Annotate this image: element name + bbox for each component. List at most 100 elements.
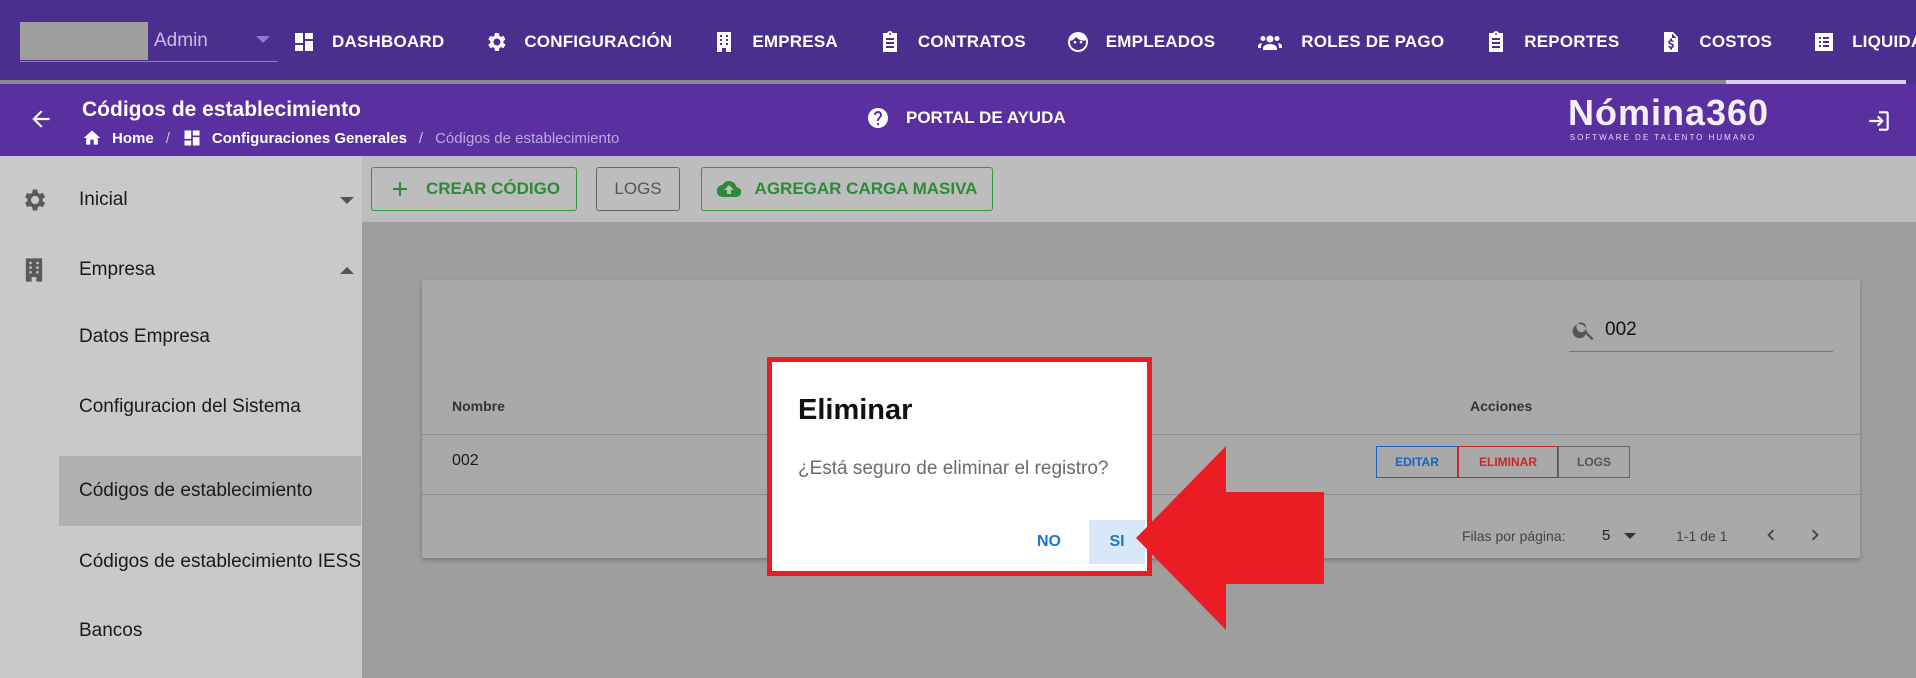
- user-name: Admin: [154, 29, 208, 51]
- breadcrumb-separator: /: [165, 129, 170, 147]
- sidebar-item-bancos[interactable]: Bancos: [59, 614, 361, 648]
- chevron-down-icon: [340, 196, 354, 204]
- brand-name: Nómina360: [1568, 92, 1770, 133]
- top-navbar: Admin DASHBOARD CONFIGURACIÓN EMPRESA CO…: [0, 0, 1916, 85]
- dashboard-icon: [295, 33, 313, 51]
- breadcrumb-home-label: Home: [112, 129, 154, 147]
- building-icon: [25, 258, 43, 282]
- nav-roles-de-pago[interactable]: ROLES DE PAGO: [1255, 30, 1444, 54]
- building-icon: [717, 32, 732, 52]
- nav-costos-label: COSTOS: [1699, 32, 1773, 51]
- dialog-message: ¿Está seguro de eliminar el registro?: [798, 458, 1109, 479]
- breadcrumb: Home / Configuraciones Generales / Códig…: [82, 128, 619, 148]
- sidebar-group-inicial[interactable]: Inicial: [0, 170, 362, 230]
- delete-button[interactable]: ELIMINAR: [1458, 446, 1558, 478]
- clipboard-icon: [1489, 31, 1504, 52]
- nav-empresa[interactable]: EMPRESA: [712, 30, 838, 54]
- breadcrumb-home[interactable]: Home: [82, 128, 154, 148]
- sidebar: Inicial Empresa Datos Empresa Configurac…: [0, 156, 362, 678]
- nav-empresa-label: EMPRESA: [752, 32, 838, 51]
- gear-icon: [488, 33, 506, 51]
- page-title: Códigos de establecimiento: [82, 98, 361, 121]
- chevron-down-icon: [1624, 532, 1637, 539]
- nav-dashboard[interactable]: DASHBOARD: [292, 30, 444, 54]
- column-header-acciones: Acciones: [1470, 398, 1533, 414]
- confirm-delete-dialog: Eliminar ¿Está seguro de eliminar el reg…: [767, 357, 1152, 576]
- sidebar-item-codigos-iess[interactable]: Códigos de establecimiento IESS: [59, 536, 361, 588]
- group-icon: [1258, 35, 1283, 50]
- avatar: [20, 21, 148, 60]
- column-header-nombre[interactable]: Nombre: [452, 398, 505, 414]
- sidebar-item-configuracion-sistema[interactable]: Configuracion del Sistema: [59, 390, 361, 424]
- create-code-label: CREAR CÓDIGO: [425, 179, 561, 198]
- nav-contratos[interactable]: CONTRATOS: [878, 30, 1026, 54]
- search-box: [1569, 308, 1833, 352]
- search-input[interactable]: [1605, 318, 1805, 341]
- arrow-left-icon: [32, 110, 50, 128]
- chevron-left-icon: [1767, 529, 1775, 541]
- bulk-upload-button[interactable]: AGREGAR CARGA MASIVA: [701, 167, 993, 211]
- help-portal-label: PORTAL DE AYUDA: [906, 108, 1066, 127]
- chevron-up-icon: [340, 266, 354, 274]
- breadcrumb-separator: /: [418, 129, 424, 147]
- sidebar-group-empresa[interactable]: Empresa: [0, 240, 362, 300]
- logout-icon: [1869, 111, 1889, 131]
- brand-tagline: SOFTWARE DE TALENTO HUMANO: [1569, 133, 1757, 142]
- search-icon: [1572, 321, 1594, 340]
- back-button[interactable]: [28, 106, 54, 132]
- logout-button[interactable]: [1866, 108, 1892, 134]
- rows-per-page-label: Filas por página:: [1462, 528, 1566, 544]
- nav-liquidaciones[interactable]: LIQUIDACIONES: [1812, 30, 1916, 54]
- sidebar-item-codigos-establecimiento[interactable]: Códigos de establecimiento: [59, 456, 361, 526]
- dialog-title: Eliminar: [798, 394, 913, 426]
- nav-costos[interactable]: COSTOS: [1659, 30, 1772, 54]
- logs-label: LOGS: [614, 179, 662, 198]
- logs-button[interactable]: LOGS: [596, 167, 680, 211]
- list-icon: [1815, 33, 1834, 51]
- help-icon: [868, 108, 888, 128]
- cloud-upload-icon: [716, 180, 741, 198]
- face-icon: [1067, 32, 1088, 52]
- chevron-right-icon: [1811, 529, 1819, 541]
- next-page-button[interactable]: [1804, 524, 1826, 546]
- row-logs-button[interactable]: LOGS: [1558, 446, 1630, 478]
- prev-page-button[interactable]: [1760, 524, 1782, 546]
- nav-empleados[interactable]: EMPLEADOS: [1066, 30, 1215, 54]
- nav-configuracion-label: CONFIGURACIÓN: [524, 32, 673, 51]
- rows-per-page-value: 5: [1602, 527, 1611, 544]
- breadcrumb-configuraciones-label: Configuraciones Generales: [211, 129, 407, 147]
- plus-icon: [392, 182, 407, 196]
- pagination-range: 1-1 de 1: [1676, 528, 1728, 544]
- file-dollar-icon: [1664, 32, 1679, 52]
- nav-roles-de-pago-label: ROLES DE PAGO: [1301, 32, 1445, 51]
- nav-contratos-label: CONTRATOS: [917, 32, 1026, 51]
- rows-per-page-select[interactable]: 5: [1602, 527, 1637, 544]
- nav-dashboard-label: DASHBOARD: [332, 32, 445, 51]
- home-icon: [83, 130, 101, 145]
- dialog-no-button[interactable]: NO: [1022, 520, 1076, 564]
- dashboard-icon: [184, 130, 200, 146]
- sidebar-group-label: Inicial: [79, 189, 128, 210]
- gear-icon: [25, 189, 46, 211]
- nav-configuracion[interactable]: CONFIGURACIÓN: [484, 30, 672, 54]
- user-menu[interactable]: Admin: [20, 20, 278, 62]
- sidebar-item-datos-empresa[interactable]: Datos Empresa: [59, 320, 361, 354]
- toolbar: CREAR CÓDIGO LOGS AGREGAR CARGA MASIVA: [362, 156, 1916, 222]
- breadcrumb-configuraciones[interactable]: Configuraciones Generales: [182, 128, 407, 148]
- table-cell-nombre: 002: [452, 452, 479, 469]
- bulk-upload-label: AGREGAR CARGA MASIVA: [754, 179, 978, 198]
- help-portal-link[interactable]: PORTAL DE AYUDA: [866, 106, 1066, 130]
- nav-reportes[interactable]: REPORTES: [1484, 30, 1619, 54]
- chevron-down-icon: [256, 36, 270, 43]
- nav-liquidaciones-label: LIQUIDACIONES: [1852, 32, 1916, 51]
- page-header: Códigos de establecimiento Home / Config…: [0, 84, 1916, 156]
- clipboard-icon: [882, 31, 897, 52]
- nav-reportes-label: REPORTES: [1524, 32, 1620, 51]
- sidebar-group-label: Empresa: [79, 259, 156, 280]
- nav-empleados-label: EMPLEADOS: [1105, 32, 1216, 51]
- breadcrumb-current: Códigos de establecimiento: [435, 129, 620, 147]
- brand-logo: Nómina360 SOFTWARE DE TALENTO HUMANO: [1568, 92, 1770, 144]
- edit-button[interactable]: EDITAR: [1376, 446, 1458, 478]
- create-code-button[interactable]: CREAR CÓDIGO: [371, 167, 577, 211]
- pointer-arrow-icon: [1136, 446, 1324, 630]
